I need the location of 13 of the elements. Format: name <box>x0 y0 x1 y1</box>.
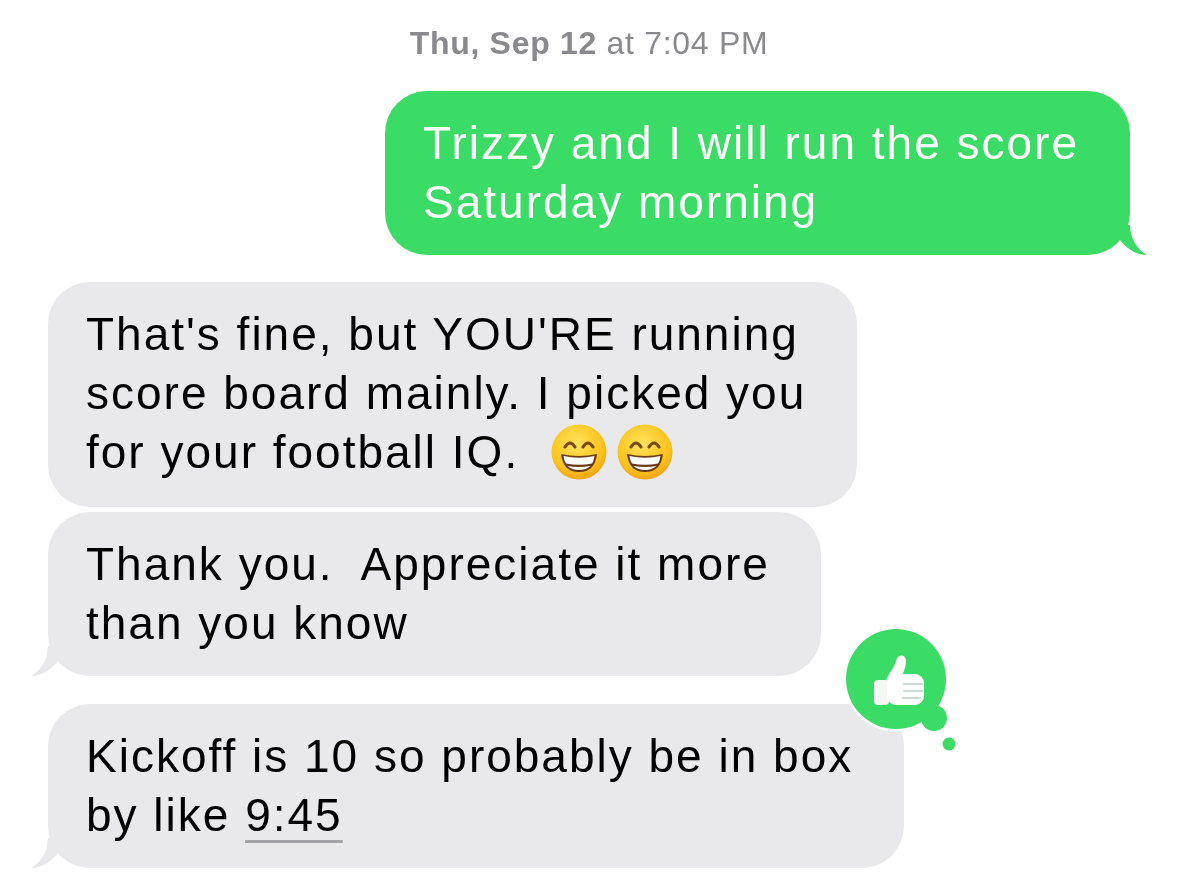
message-text: for your football IQ. <box>86 426 520 478</box>
grinning-face-icon <box>551 423 608 480</box>
grinning-face-icon <box>617 423 674 480</box>
time-link[interactable]: 9:45 <box>245 788 343 841</box>
message-text: Thank you. Appreciate it more <box>86 537 770 590</box>
message-text: by like 9:45 <box>86 788 343 841</box>
message-text: Saturday morning <box>423 176 819 228</box>
message-text: than you know <box>86 596 409 649</box>
message-text: That's fine, but YOU'RE running <box>86 308 799 360</box>
message-text: Kickoff is 10 so probably be in box <box>86 729 854 782</box>
message-text: Trizzy and I will run the score <box>423 117 1079 169</box>
timestamp: Thu, Sep 12 at 7:04 PM <box>409 25 769 61</box>
message-text: score board mainly. I picked you <box>86 367 807 419</box>
